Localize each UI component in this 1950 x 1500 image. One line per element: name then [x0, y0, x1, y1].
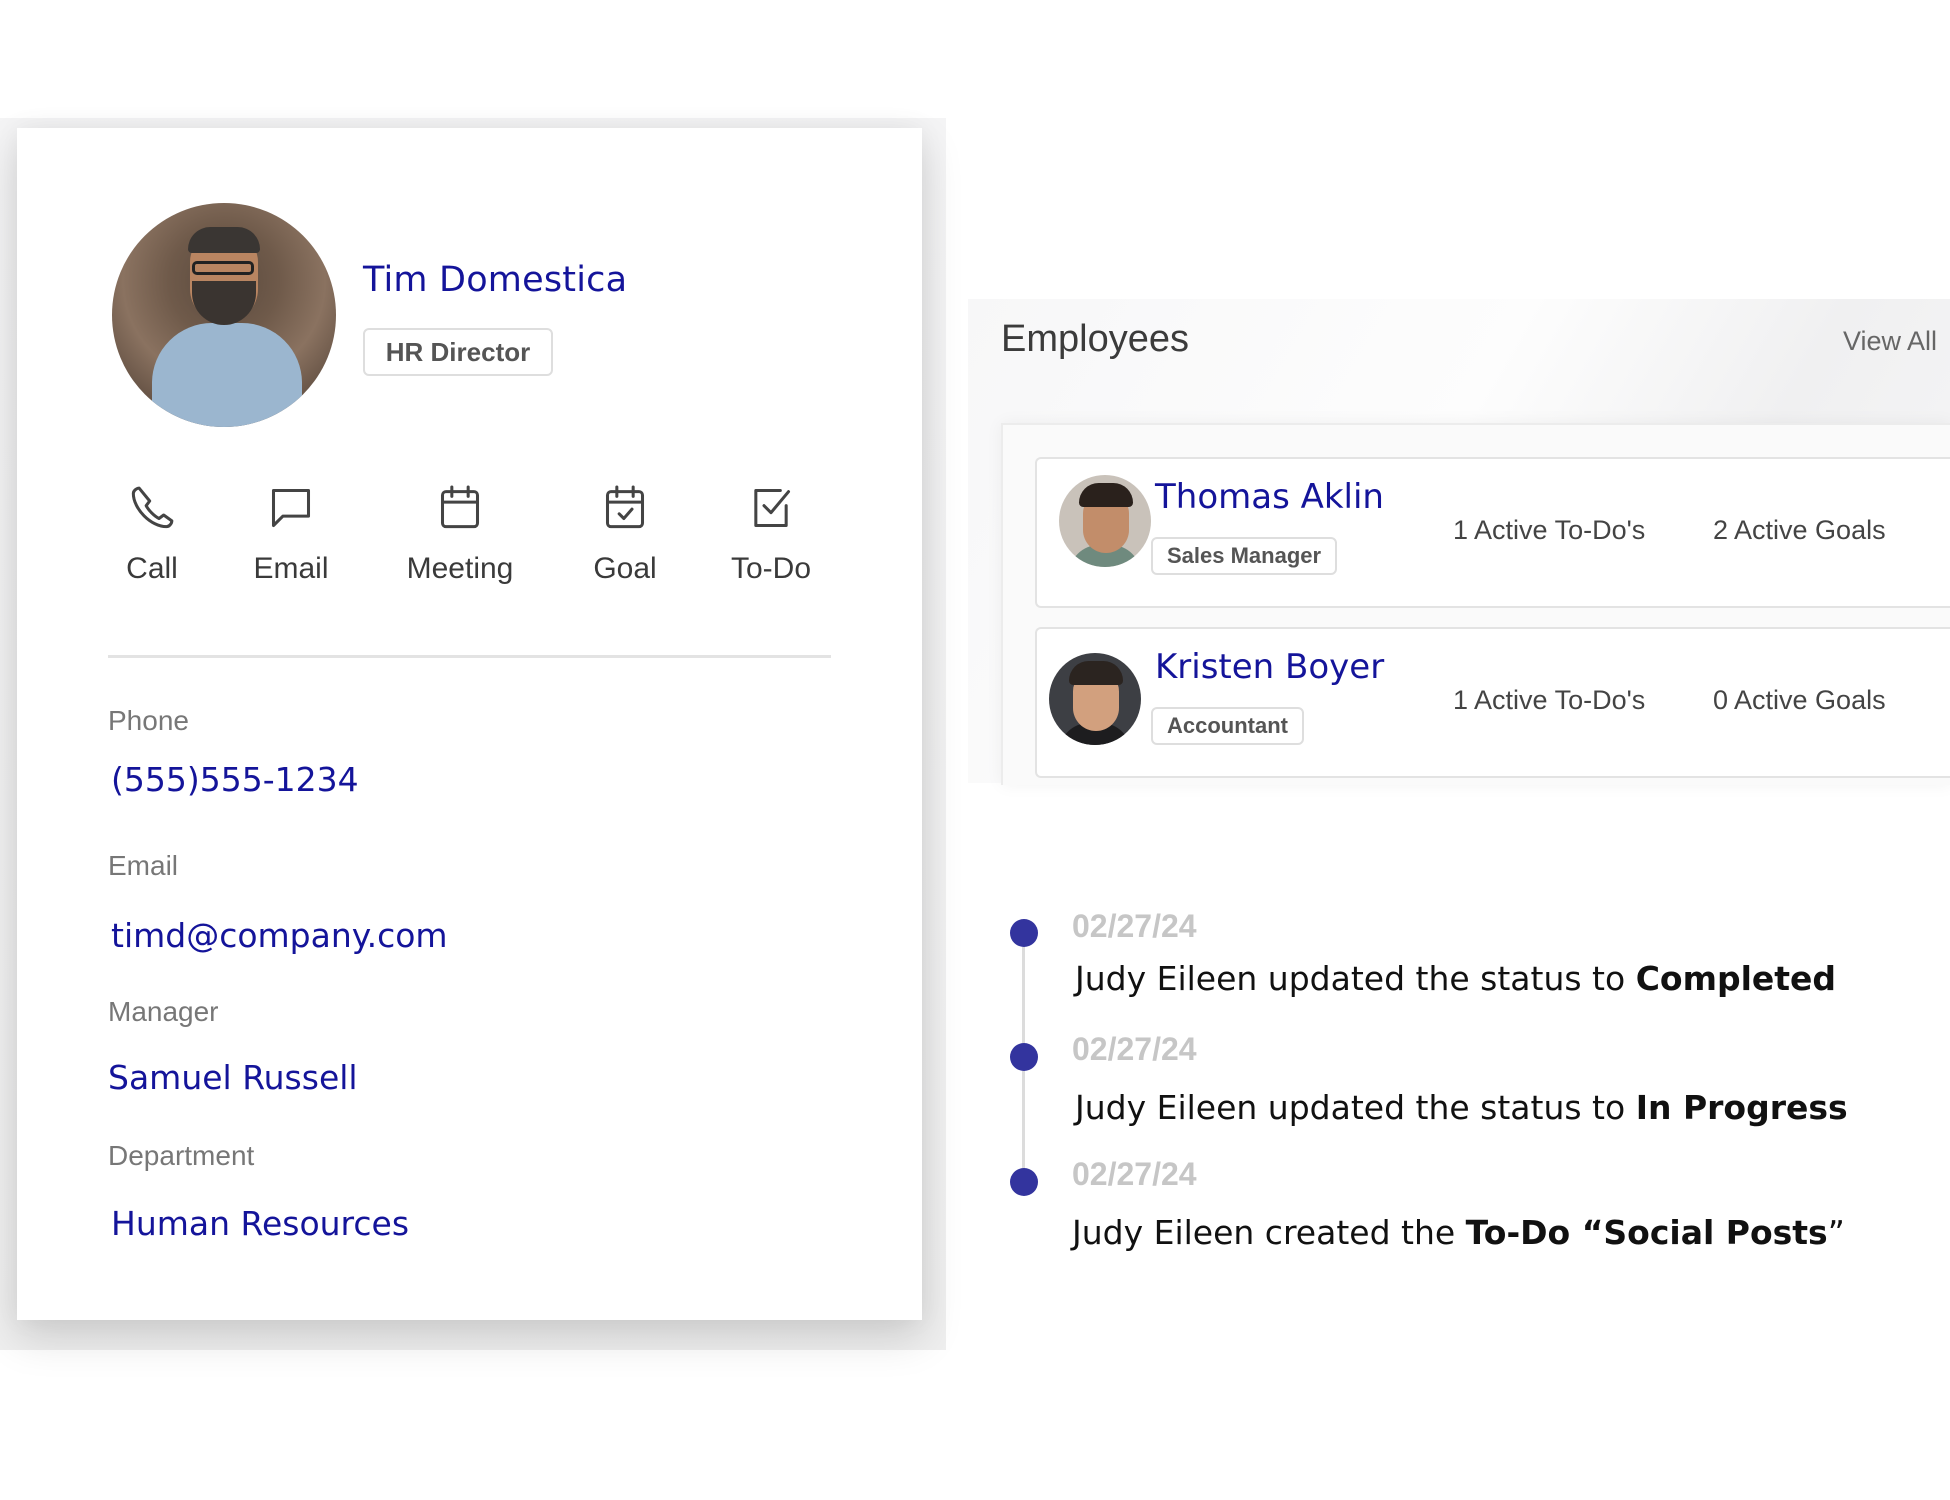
email-button[interactable]: Email: [231, 480, 351, 586]
employee-avatar: [1049, 653, 1141, 745]
todo-button[interactable]: To-Do: [711, 480, 831, 586]
timeline-entry-tail: ”: [1827, 1213, 1845, 1252]
timeline-dot: [1010, 1043, 1038, 1071]
timeline-entry-text: Judy Eileen updated the status to: [1075, 1088, 1636, 1127]
manager-value[interactable]: Samuel Russell: [108, 1058, 358, 1097]
employee-todos: 1 Active To-Do's: [1453, 515, 1646, 545]
goal-button[interactable]: Goal: [565, 480, 685, 586]
email-label: Email: [108, 850, 179, 881]
profile-card: Tim Domestica HR Director Call Email Mee…: [17, 128, 922, 1320]
phone-value[interactable]: (555)555-1234: [111, 760, 359, 799]
timeline-entry: Judy Eileen updated the status to In Pro…: [1075, 1088, 1848, 1127]
email-label: Email: [253, 552, 329, 585]
view-all-link[interactable]: View All: [1843, 326, 1937, 357]
meeting-label: Meeting: [406, 552, 514, 585]
phone-label: Phone: [108, 705, 189, 736]
email-value[interactable]: timd@company.com: [111, 916, 448, 955]
department-value[interactable]: Human Resources: [111, 1204, 409, 1243]
call-label: Call: [126, 552, 178, 585]
timeline-date: 02/27/24: [1072, 1156, 1197, 1192]
timeline-entry-status: Completed: [1635, 959, 1837, 998]
employees-title: Employees: [1001, 318, 1189, 360]
employee-todos: 1 Active To-Do's: [1453, 685, 1646, 715]
timeline-entry-text: Judy Eileen updated the status to: [1075, 959, 1636, 998]
timeline-entry-status: In Progress: [1635, 1088, 1848, 1127]
timeline-date: 02/27/24: [1072, 908, 1197, 944]
todo-label: To-Do: [730, 552, 812, 585]
employee-name[interactable]: Thomas Aklin: [1155, 477, 1384, 517]
call-button[interactable]: Call: [92, 480, 212, 586]
chat-bubble-icon: [271, 488, 311, 528]
timeline-dot: [1010, 1168, 1038, 1196]
phone-icon: [131, 486, 174, 529]
employee-role-badge: Accountant: [1151, 707, 1304, 745]
employee-name[interactable]: Kristen Boyer: [1155, 647, 1384, 687]
timeline-entry: Judy Eileen updated the status to Comple…: [1075, 959, 1836, 998]
employee-goals: 2 Active Goals: [1713, 515, 1886, 545]
timeline-entry: Judy Eileen created the To-Do “Social Po…: [1072, 1213, 1845, 1252]
job-title-badge: HR Director: [363, 328, 553, 376]
timeline-entry-todo: To-Do “Social Posts: [1465, 1213, 1828, 1252]
meeting-button[interactable]: Meeting: [400, 480, 520, 586]
profile-name[interactable]: Tim Domestica: [363, 260, 627, 300]
section-divider: [108, 655, 831, 658]
manager-label: Manager: [108, 996, 219, 1027]
calendar-check-icon: [605, 485, 645, 529]
employee-goals: 0 Active Goals: [1713, 685, 1886, 715]
employee-row[interactable]: Thomas Aklin Sales Manager 1 Active To-D…: [1035, 457, 1950, 608]
calendar-icon: [440, 485, 480, 529]
timeline-entry-text: Judy Eileen created the: [1072, 1213, 1466, 1252]
employee-role-badge: Sales Manager: [1151, 537, 1338, 575]
goal-label: Goal: [593, 552, 657, 585]
profile-avatar: [112, 203, 336, 427]
timeline-date: 02/27/24: [1072, 1031, 1197, 1067]
department-label: Department: [108, 1140, 255, 1171]
timeline-dot: [1010, 919, 1038, 947]
employee-row[interactable]: Kristen Boyer Accountant 1 Active To-Do'…: [1035, 627, 1950, 778]
employee-avatar: [1059, 475, 1151, 567]
checkbox-icon: [754, 488, 791, 528]
